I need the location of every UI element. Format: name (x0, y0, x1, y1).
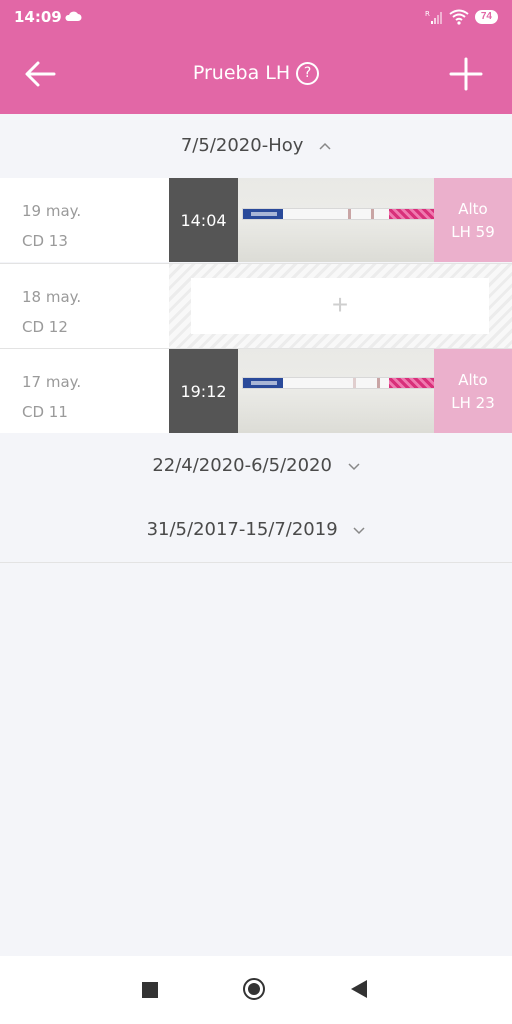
page-title: Prueba LH (192, 62, 291, 84)
section-header-current[interactable]: 7/5/2020-Hoy (0, 135, 512, 156)
row-cycle-day: CD 11 (22, 403, 68, 421)
row-cycle-day: CD 13 (22, 232, 68, 250)
cloud-icon (65, 11, 82, 21)
nav-home-icon[interactable] (243, 978, 265, 1000)
add-icon[interactable] (448, 56, 484, 92)
row-date: 19 may. CD 13 (22, 196, 81, 256)
result-badge: Alto LH 59 (434, 178, 512, 262)
result-label: Alto (458, 371, 488, 389)
strip-test-line (353, 378, 356, 388)
lh-value: LH 59 (451, 223, 495, 241)
test-row[interactable]: 17 may. CD 11 19:12 Alto LH 23 (0, 349, 512, 433)
strip-tip (389, 209, 434, 219)
help-icon[interactable]: ? (296, 62, 320, 85)
test-strip-photo[interactable] (238, 349, 434, 433)
section-header-previous[interactable]: 22/4/2020-6/5/2020 (0, 455, 512, 476)
chevron-down-icon (353, 527, 365, 535)
nav-recents-icon[interactable] (142, 982, 158, 998)
test-row[interactable]: 19 may. CD 13 14:04 Alto LH 59 (0, 178, 512, 262)
system-nav-bar (0, 956, 512, 1024)
test-time: 19:12 (169, 349, 238, 433)
row-date-label: 19 may. (22, 202, 82, 220)
strip-control-line (371, 209, 374, 219)
row-date: 17 may. CD 11 (22, 367, 81, 427)
signal-icon: R (425, 10, 442, 24)
result-badge: Alto LH 23 (434, 349, 512, 433)
battery-icon: 74 (474, 10, 498, 24)
section-label: 22/4/2020-6/5/2020 (152, 455, 332, 476)
strip-tip (389, 378, 434, 388)
test-strip (242, 377, 434, 389)
status-time: 14:09 (14, 8, 62, 26)
lh-value: LH 23 (451, 394, 495, 412)
nav-back-icon[interactable] (351, 980, 367, 998)
section-label: 31/5/2017-15/7/2019 (146, 519, 338, 540)
section-label: 7/5/2020-Hoy (180, 135, 304, 156)
row-date-label: 17 may. (22, 373, 82, 391)
strip-control-line (377, 378, 380, 388)
add-test-button[interactable]: + (191, 278, 489, 334)
wifi-icon (449, 9, 469, 25)
test-time: 14:04 (169, 178, 238, 262)
row-cycle-day: CD 12 (22, 318, 68, 336)
test-strip-photo[interactable] (238, 178, 434, 262)
strip-handle-label (251, 381, 277, 385)
row-date-label: 18 may. (22, 288, 82, 306)
row-date: 18 may. CD 12 (22, 282, 81, 342)
chevron-down-icon (348, 463, 360, 471)
page-title-wrap: Prueba LH? (0, 62, 512, 85)
strip-test-line (348, 209, 351, 219)
test-row-empty[interactable]: 18 may. CD 12 + (0, 264, 512, 348)
test-strip (242, 208, 434, 220)
status-bar: 14:09 R 74 (0, 0, 512, 34)
section-header-older[interactable]: 31/5/2017-15/7/2019 (0, 519, 512, 540)
chevron-up-icon (319, 142, 331, 150)
result-label: Alto (458, 200, 488, 218)
section-divider (0, 562, 512, 563)
strip-handle-label (251, 212, 277, 216)
status-icons: R 74 (425, 8, 498, 26)
app-bar: Prueba LH? (0, 34, 512, 114)
empty-test-area: + (169, 264, 512, 348)
svg-text:R: R (425, 10, 430, 18)
